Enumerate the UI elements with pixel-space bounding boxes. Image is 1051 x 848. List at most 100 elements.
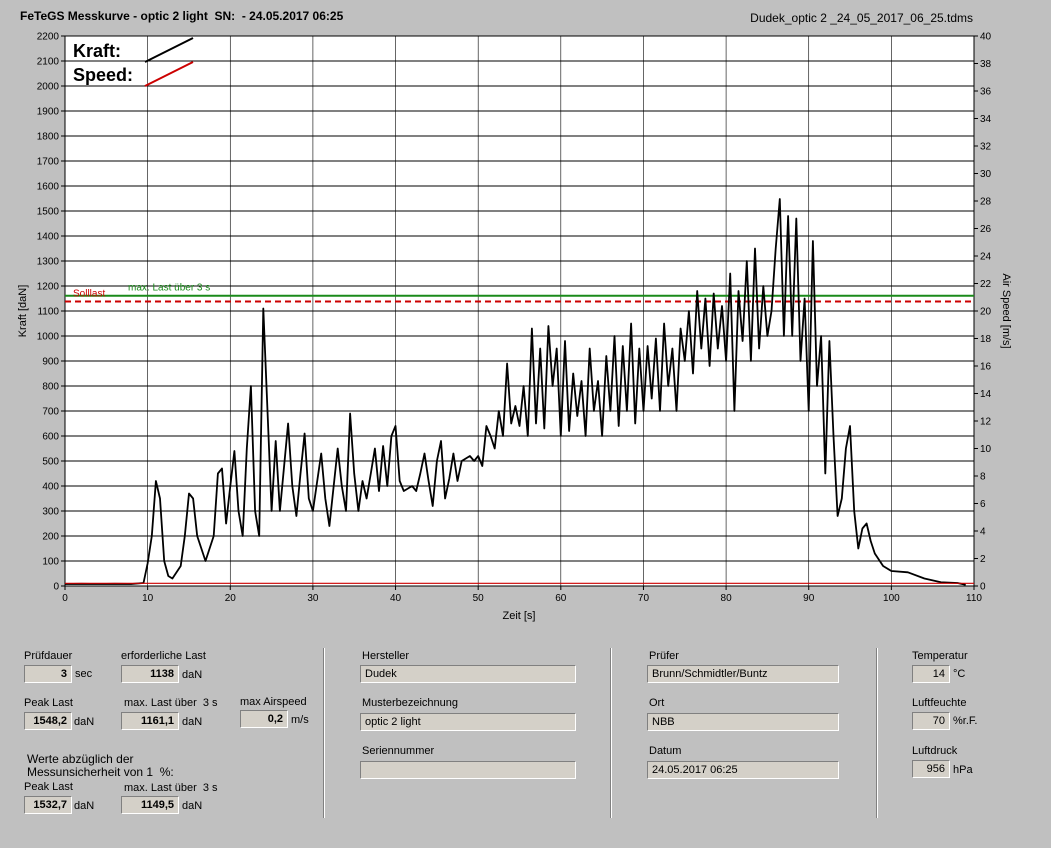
messunsicherheit-text: Werte abzüglich der Messunsicherheit von… (27, 752, 174, 779)
y-tick-label: 900 (42, 357, 59, 368)
y-tick-label: 500 (42, 457, 59, 468)
y2-tick-label: 26 (980, 224, 992, 235)
luftfeuchte-unit: %r.F. (953, 715, 978, 727)
y-tick-label: 1100 (37, 307, 59, 318)
max-last-unit: daN (182, 716, 203, 728)
y2-tick-label: 10 (980, 444, 992, 455)
y-tick-label: 1200 (37, 282, 60, 293)
y-tick-label: 1000 (37, 332, 60, 343)
y-tick-label: 2000 (37, 82, 60, 93)
luftfeuchte-label: Luftfeuchte (912, 697, 967, 709)
y2-tick-label: 32 (980, 142, 992, 153)
separator-3 (876, 648, 878, 818)
luftfeuchte-field: 70 (912, 712, 950, 730)
y-tick-label: 700 (42, 407, 59, 418)
y-tick-label: 100 (42, 557, 59, 568)
x-tick-label: 30 (307, 593, 319, 604)
max-last-korr-label: max. Last über 3 s (124, 782, 218, 794)
y-tick-label: 0 (53, 582, 59, 593)
max-last-korr-field: 1149,5 (121, 796, 179, 814)
hersteller-field: Dudek (360, 665, 576, 683)
y2-tick-label: 6 (980, 499, 986, 510)
y-tick-label: 2200 (37, 32, 60, 43)
erforderliche-last-unit: daN (182, 669, 203, 681)
reference-label: Solllast (73, 289, 105, 300)
ort-field: NBB (647, 713, 839, 731)
pruefer-field: Brunn/Schmidtler/Buntz (647, 665, 839, 683)
temperatur-field: 14 (912, 665, 950, 683)
y2-tick-label: 8 (980, 472, 986, 483)
y-tick-label: 200 (42, 532, 59, 543)
temperatur-unit: °C (953, 668, 966, 680)
y-tick-label: 1800 (37, 132, 60, 143)
y-tick-label: 300 (42, 507, 59, 518)
seriennummer-label: Seriennummer (362, 745, 435, 757)
y2-tick-label: 16 (980, 362, 992, 373)
x-tick-label: 40 (390, 593, 402, 604)
separator-1 (323, 648, 325, 818)
y2-tick-label: 4 (980, 527, 986, 538)
peak-last-korr-label: Peak Last (24, 781, 73, 793)
pruefer-label: Prüfer (649, 650, 679, 662)
y-tick-label: 600 (42, 432, 59, 443)
y2-tick-label: 40 (980, 32, 992, 43)
luftdruck-field: 956 (912, 760, 950, 778)
peak-last-korr-field: 1532,7 (24, 796, 72, 814)
pruefdauer-field: 3 (24, 665, 72, 683)
y2-tick-label: 22 (980, 279, 992, 290)
y2-tick-label: 34 (980, 114, 992, 125)
x-tick-label: 20 (225, 593, 237, 604)
separator-2 (610, 648, 612, 818)
y-tick-label: 1700 (37, 157, 60, 168)
max-airspeed-label: max Airspeed (240, 696, 307, 708)
y2-tick-label: 24 (980, 252, 992, 263)
x-tick-label: 60 (555, 593, 567, 604)
measurement-chart: 0100200300400500600700800900100011001200… (17, 32, 1012, 623)
x-tick-label: 10 (142, 593, 154, 604)
peak-last-field: 1548,2 (24, 712, 72, 730)
reference-label: max. Last über 3 s (128, 283, 210, 294)
y-tick-label: 2100 (37, 57, 60, 68)
luftdruck-label: Luftdruck (912, 745, 958, 757)
y-tick-label: 1400 (37, 232, 60, 243)
peak-last-label: Peak Last (24, 697, 73, 709)
peak-last-unit: daN (74, 716, 95, 728)
x-tick-label: 50 (473, 593, 485, 604)
max-last-label: max. Last über 3 s (124, 697, 218, 709)
y2-axis-title: Air Speed [m/s] (1000, 273, 1012, 348)
y2-tick-label: 30 (980, 169, 992, 180)
y2-tick-label: 38 (980, 59, 992, 70)
x-tick-label: 90 (803, 593, 815, 604)
erforderliche-last-label: erforderliche Last (121, 650, 206, 662)
legend-kraft-label: Kraft: (73, 41, 121, 61)
file-name: Dudek_optic 2 _24_05_2017_06_25.tdms (750, 11, 973, 25)
x-tick-label: 110 (966, 593, 982, 604)
pruefdauer-label: Prüfdauer (24, 650, 73, 662)
max-last-korr-unit: daN (182, 800, 203, 812)
max-last-field: 1161,1 (121, 712, 179, 730)
y-tick-label: 1900 (37, 107, 60, 118)
x-tick-label: 0 (62, 593, 68, 604)
musterbezeichnung-label: Musterbezeichnung (362, 697, 459, 709)
hersteller-label: Hersteller (362, 650, 410, 662)
erforderliche-last-field: 1138 (121, 665, 179, 683)
datum-field: 24.05.2017 06:25 (647, 761, 839, 779)
y-axis-title: Kraft [daN] (17, 285, 29, 338)
y2-tick-label: 28 (980, 197, 992, 208)
window-title: FeTeGS Messkurve - optic 2 light SN: - 2… (20, 9, 344, 23)
y-tick-label: 400 (42, 482, 59, 493)
y2-tick-label: 12 (980, 417, 992, 428)
x-tick-label: 70 (638, 593, 650, 604)
max-airspeed-unit: m/s (291, 714, 309, 726)
y2-tick-label: 2 (980, 554, 986, 565)
y-tick-label: 1600 (37, 182, 60, 193)
y-tick-label: 1300 (37, 257, 60, 268)
ort-label: Ort (649, 697, 665, 709)
peak-last-korr-unit: daN (74, 800, 95, 812)
y2-tick-label: 36 (980, 87, 992, 98)
y2-tick-label: 20 (980, 307, 992, 318)
temperatur-label: Temperatur (912, 650, 968, 662)
seriennummer-field (360, 761, 576, 779)
x-tick-label: 80 (721, 593, 733, 604)
y-tick-label: 1500 (37, 207, 60, 218)
